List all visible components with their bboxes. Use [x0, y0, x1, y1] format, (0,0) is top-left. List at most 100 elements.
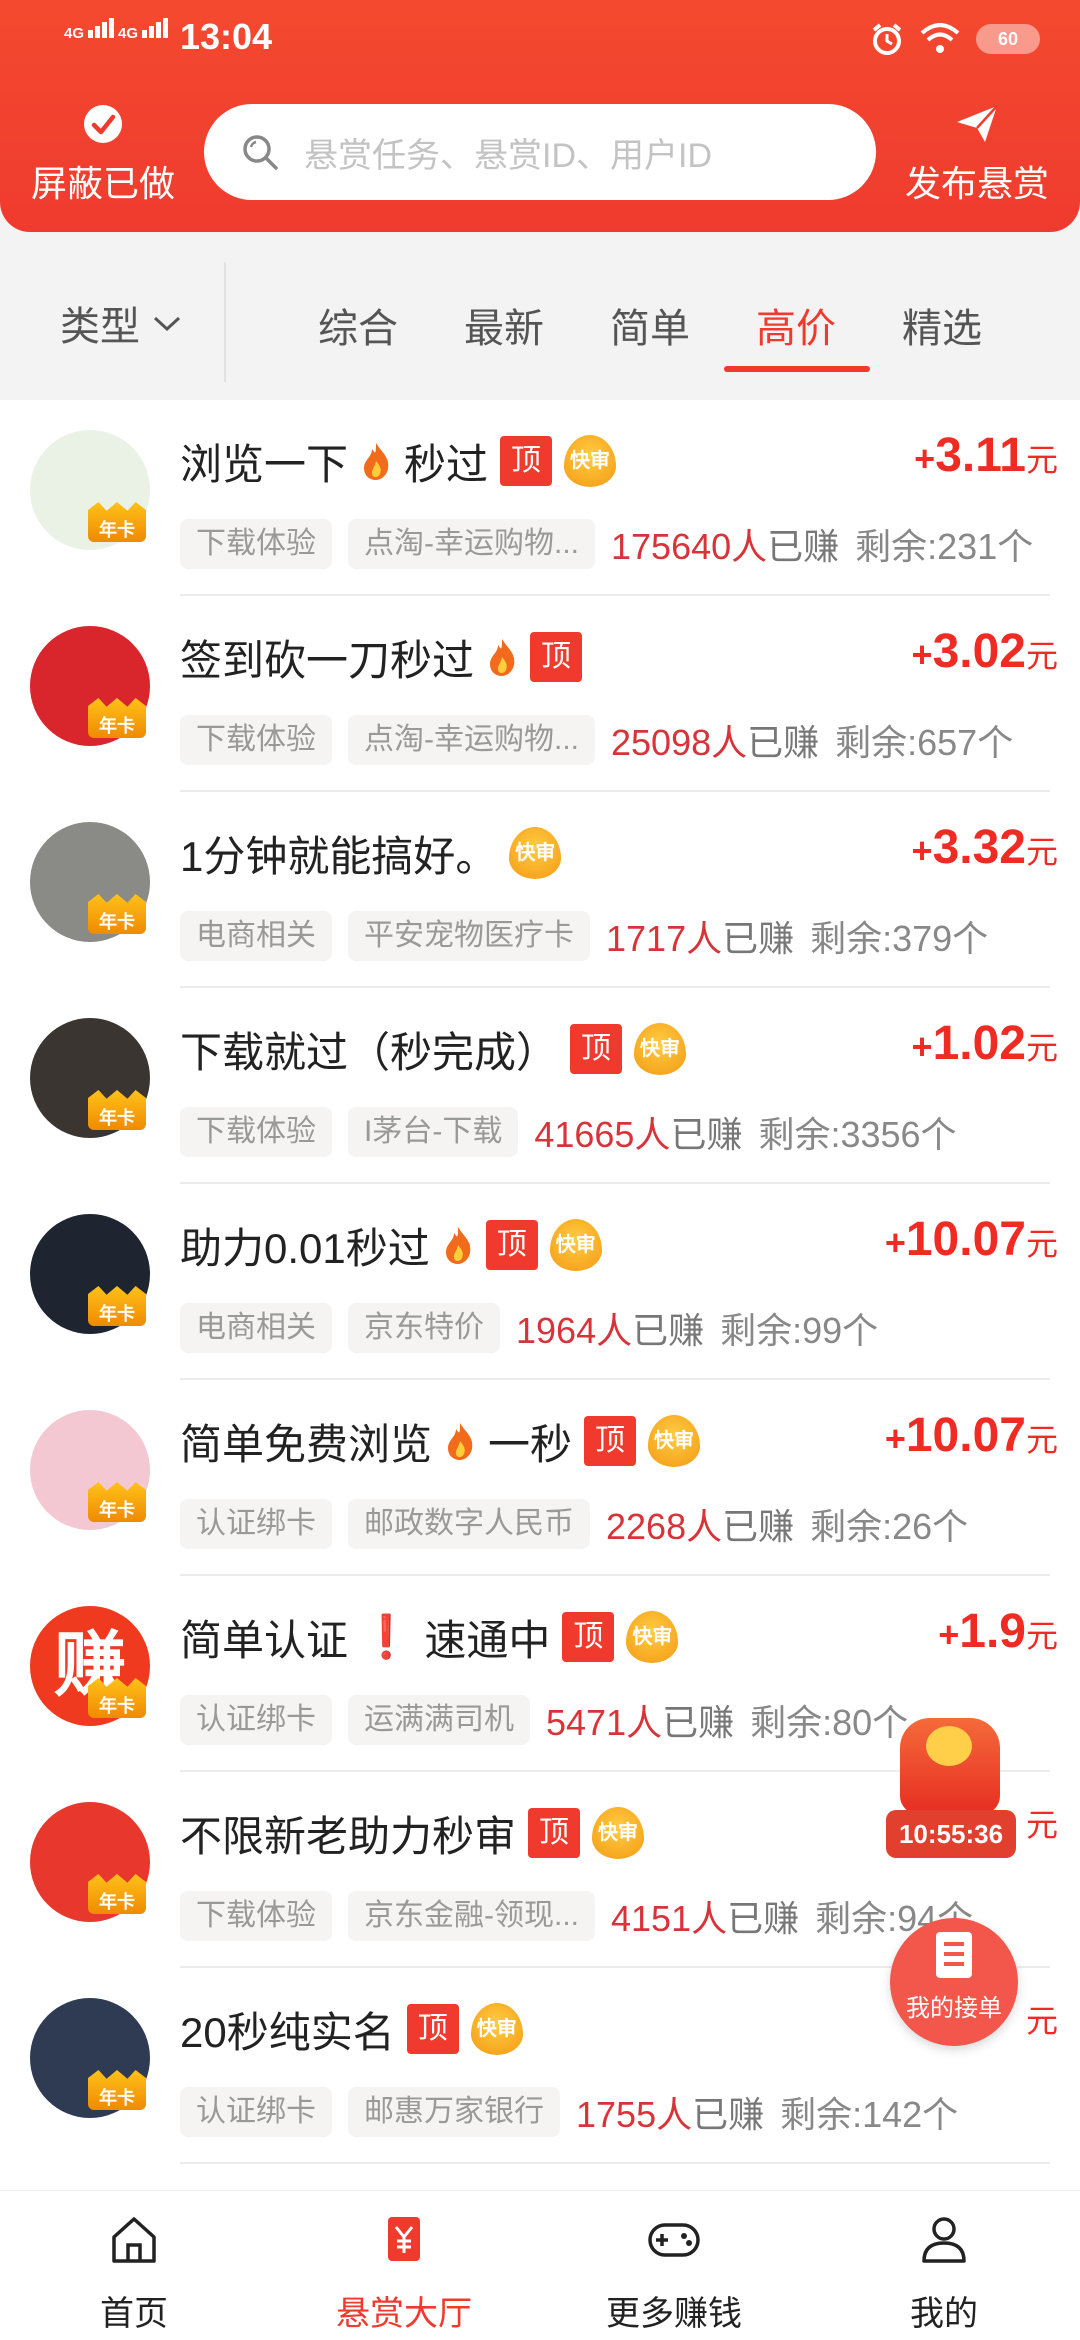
task-price: +1.02元	[912, 1016, 1058, 1071]
nav-mine[interactable]: 我的	[844, 2209, 1044, 2335]
red-packet-timer[interactable]: 10:55:36	[886, 1718, 1016, 1858]
status-icons: 60	[870, 22, 1040, 56]
task-price: +10.07元	[885, 1408, 1058, 1463]
search-bar[interactable]: 悬赏任务、悬赏ID、用户ID	[204, 104, 876, 200]
earned-number: 1717人	[606, 918, 723, 959]
my-orders-button[interactable]: 我的接单	[890, 1918, 1018, 2046]
task-price: 元	[1026, 1996, 1058, 2042]
hide-done-button[interactable]: 屏蔽已做	[28, 104, 178, 207]
task-meta: 认证绑卡 邮政数字人民币 2268人已赚 剩余:26个	[180, 1496, 968, 1552]
category-chip: 电商相关	[180, 1303, 332, 1353]
earned-label: 已赚	[722, 1506, 795, 1547]
avatar[interactable]: 年卡	[30, 1214, 150, 1334]
avatar[interactable]: 年卡	[30, 626, 150, 746]
earned-label: 已赚	[692, 2094, 765, 2135]
top-badge: 顶	[584, 1416, 637, 1466]
earned-count: 5471人已赚	[546, 1694, 734, 1746]
task-title: 助力0.01秒过	[180, 1224, 430, 1272]
task-title-suffix: 一秒	[488, 1420, 573, 1468]
chevron-down-icon	[153, 316, 181, 332]
task-title-line: 下载就过（秒完成）顶快审	[180, 1014, 687, 1084]
tab-high-price[interactable]: 高价	[756, 296, 836, 354]
category-chip: 认证绑卡	[180, 2087, 332, 2137]
row-divider	[180, 2162, 1050, 2164]
task-title: 20秒纯实名	[180, 2008, 395, 2056]
tab-latest[interactable]: 最新	[464, 296, 544, 354]
price-unit: 元	[1025, 1226, 1058, 1262]
price-plus: +	[884, 1222, 906, 1263]
task-title: 签到砍一刀秒过	[180, 636, 475, 684]
price-plus: +	[914, 438, 936, 479]
signal-bars-icon	[142, 18, 170, 42]
earned-count: 1964人已赚	[516, 1302, 704, 1354]
task-row[interactable]: 年卡 浏览一下 秒过顶快审 +3.11元 下载体验 点淘-幸运购物... 175640人已赚…	[0, 400, 1080, 596]
task-list: 年卡 浏览一下 秒过顶快审 +3.11元 下载体验 点淘-幸运购物... 175640人已赚…	[0, 400, 1080, 2190]
task-meta: 下载体验 京东金融-领现... 4151人已赚 剩余:94个	[180, 1888, 973, 1944]
avatar[interactable]: 年卡	[30, 1018, 150, 1138]
nav-reward-hall[interactable]: 悬赏大厅	[304, 2209, 504, 2335]
task-price: +10.07元	[885, 1212, 1058, 1267]
price-value: 3.02	[932, 625, 1026, 678]
publish-reward-button[interactable]: 发布悬赏	[902, 104, 1052, 207]
wifi-icon	[920, 23, 960, 53]
price-unit: 元	[1025, 834, 1058, 870]
app-chip: 邮惠万家银行	[348, 2087, 560, 2137]
task-meta: 下载体验 I茅台-下载 41665人已赚 剩余:3356个	[180, 1104, 957, 1160]
task-row[interactable]: 年卡 1分钟就能搞好。 快审 +3.32元 电商相关 平安宠物医疗卡 1717人已赚 剩余:3…	[0, 792, 1080, 988]
earned-number: 1755人	[576, 2094, 693, 2135]
task-row[interactable]: 年卡 下载就过（秒完成）顶快审 +1.02元下载体验 I茅台-下载 41665人已赚 剩余…	[0, 988, 1080, 1184]
filter-tabs: 类型 综合 最新 简单 高价 精选	[0, 232, 1080, 402]
task-price: 元	[1026, 1800, 1058, 1846]
earned-count: 2268人已赚	[606, 1498, 794, 1550]
task-price: +3.32元	[912, 820, 1058, 875]
app-chip: 京东特价	[348, 1303, 500, 1353]
remaining-count: 剩余:142个	[780, 2094, 959, 2135]
flame-icon	[448, 1423, 473, 1460]
avatar[interactable]: 年卡	[30, 1802, 150, 1922]
avatar[interactable]: 年卡	[30, 1410, 150, 1530]
tab-simple[interactable]: 简单	[610, 296, 690, 354]
avatar[interactable]: 年卡	[30, 1998, 150, 2118]
annual-card-badge: 年卡	[88, 698, 146, 738]
remaining-count: 剩余:80个	[750, 1702, 909, 1743]
status-bar: 4G 4G 13:04 60	[0, 0, 1080, 84]
avatar[interactable]: 年卡	[30, 430, 150, 550]
top-badge: 顶	[500, 436, 553, 486]
category-chip: 电商相关	[180, 911, 332, 961]
price-value: 1.9	[959, 1605, 1026, 1658]
annual-card-badge: 年卡	[88, 894, 146, 934]
avatar[interactable]: 赚年卡	[30, 1606, 150, 1726]
remaining-count: 剩余:99个	[720, 1310, 879, 1351]
tab-overall[interactable]: 综合	[318, 296, 398, 354]
nav-more-earn[interactable]: 更多赚钱	[574, 2209, 774, 2335]
fast-review-badge: 快审	[470, 2003, 523, 2055]
earned-count: 4151人已赚	[611, 1890, 799, 1942]
task-row[interactable]: 年卡 简单免费浏览 一秒顶快审 +10.07元 认证绑卡 邮政数字人民币 2268人已赚 剩余…	[0, 1380, 1080, 1576]
flame-icon	[445, 1227, 471, 1264]
signal-1: 4G	[64, 18, 116, 42]
task-title-line: 20秒纯实名顶快审	[180, 1994, 523, 2064]
fast-review-badge: 快审	[626, 1611, 679, 1663]
annual-card-badge: 年卡	[88, 1874, 146, 1914]
nav-home[interactable]: 首页	[34, 2209, 234, 2335]
annual-card-label: 年卡	[99, 1108, 135, 1128]
task-meta: 下载体验 点淘-幸运购物... 175640人已赚 剩余:231个	[180, 516, 1033, 572]
earned-label: 已赚	[632, 1310, 705, 1351]
task-title-suffix: 速通中	[424, 1616, 551, 1664]
fast-review-badge: 快审	[549, 1219, 602, 1271]
category-chip: 下载体验	[180, 1891, 332, 1941]
tab-featured[interactable]: 精选	[902, 296, 982, 354]
type-dropdown[interactable]: 类型	[60, 294, 182, 352]
avatar[interactable]: 年卡	[30, 822, 150, 942]
price-unit: 元	[1025, 1618, 1058, 1654]
top-badge: 顶	[485, 1220, 538, 1270]
search-icon	[243, 135, 278, 170]
task-title-line: 浏览一下 秒过顶快审	[180, 426, 617, 496]
price-plus: +	[911, 634, 933, 675]
task-row[interactable]: 年卡 签到砍一刀秒过 顶 +3.02元 下载体验 点淘-幸运购物... 25098人已赚 剩余…	[0, 596, 1080, 792]
price-unit: 元	[1025, 638, 1058, 674]
fast-review-badge: 快审	[564, 435, 617, 487]
earned-label: 已赚	[747, 722, 820, 763]
category-chip: 下载体验	[180, 519, 332, 569]
task-row[interactable]: 年卡 助力0.01秒过 顶快审 +10.07元电商相关 京东特价 1964人已赚 剩余:99…	[0, 1184, 1080, 1380]
